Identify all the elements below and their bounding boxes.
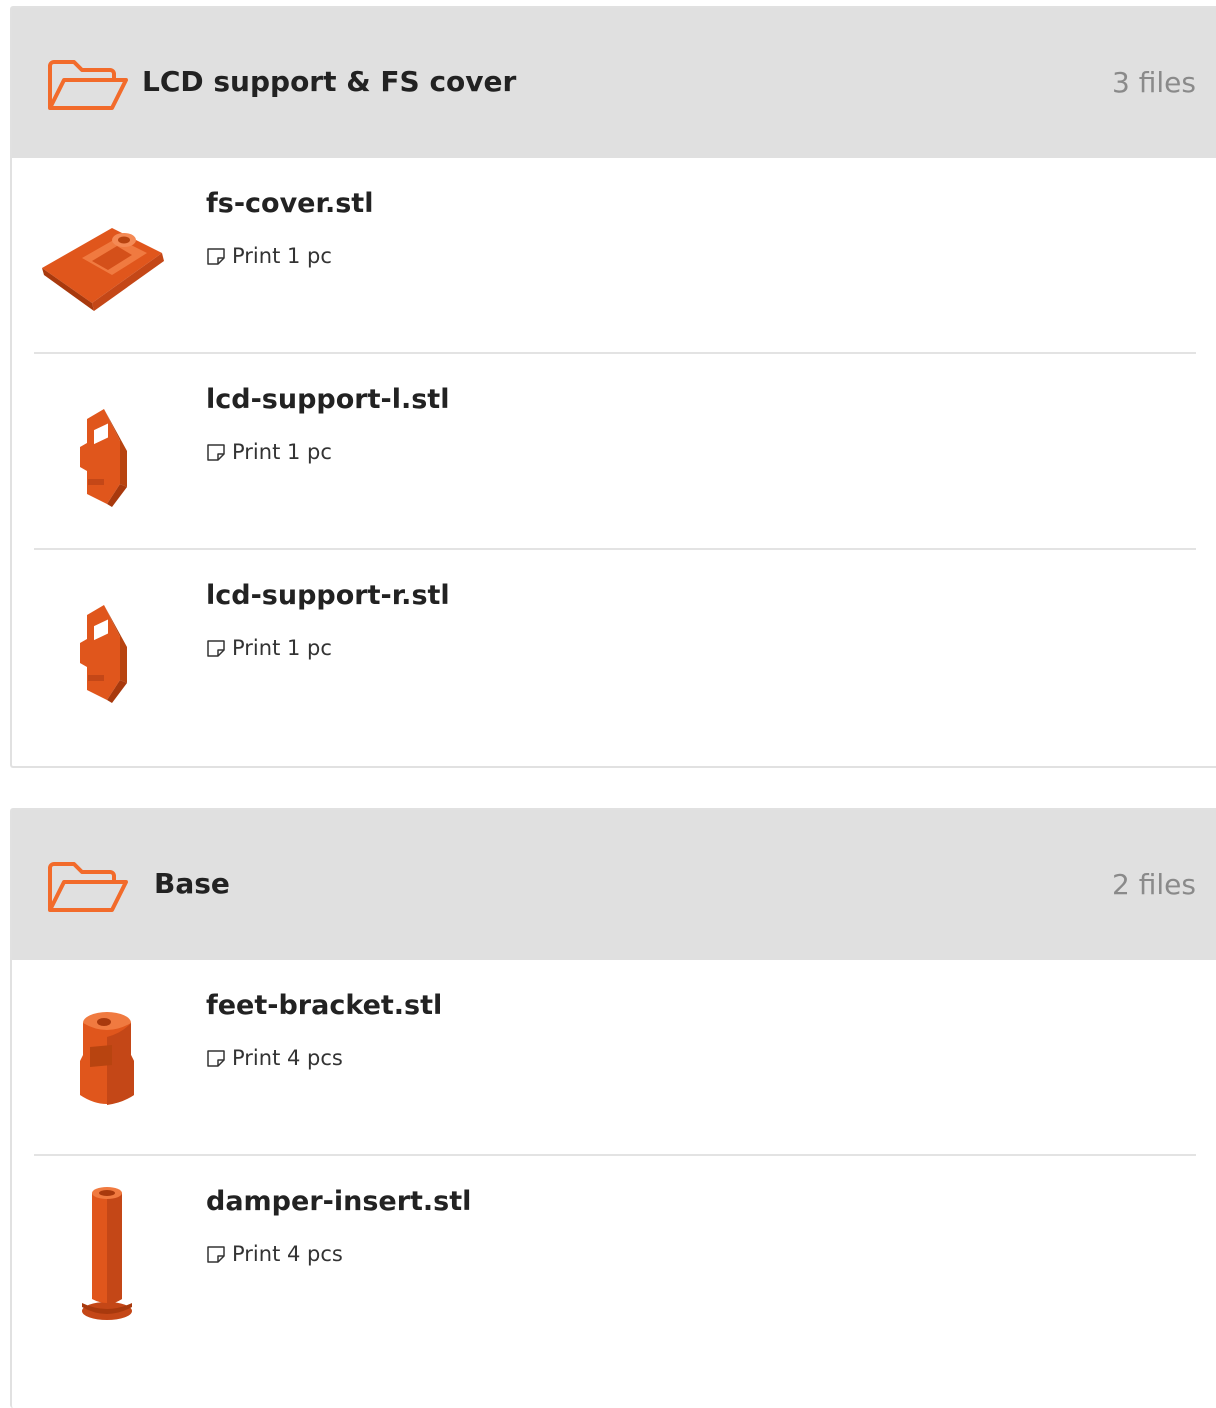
note-icon bbox=[207, 640, 225, 657]
file-group-base: Base 2 files feet-bracket.stl Print 4 pc… bbox=[10, 808, 1216, 1408]
note-icon bbox=[207, 248, 225, 265]
group-title: Base bbox=[154, 867, 230, 900]
file-group-lcd-support: LCD support & FS cover 3 files fs-cover.… bbox=[10, 6, 1216, 768]
print-quantity: Print 4 pcs bbox=[206, 1242, 343, 1266]
print-quantity: Print 1 pc bbox=[206, 440, 332, 464]
group-header[interactable]: LCD support & FS cover 3 files bbox=[12, 8, 1216, 158]
group-file-count: 3 files bbox=[1112, 66, 1196, 99]
file-item[interactable]: fs-cover.stl Print 1 pc bbox=[12, 158, 1216, 354]
file-item[interactable]: lcd-support-l.stl Print 1 pc bbox=[12, 354, 1216, 550]
lcd-support-r-thumbnail[interactable] bbox=[32, 575, 182, 725]
print-quantity: Print 1 pc bbox=[206, 244, 332, 268]
file-item[interactable]: feet-bracket.stl Print 4 pcs bbox=[12, 960, 1216, 1156]
print-quantity: Print 4 pcs bbox=[206, 1046, 343, 1070]
folder-open-icon bbox=[48, 862, 128, 912]
group-file-count: 2 files bbox=[1112, 868, 1196, 901]
file-name[interactable]: fs-cover.stl bbox=[206, 188, 373, 219]
print-quantity-label: Print 1 pc bbox=[232, 636, 332, 660]
file-name[interactable]: lcd-support-l.stl bbox=[206, 384, 449, 415]
print-quantity-label: Print 1 pc bbox=[232, 440, 332, 464]
folder-open-icon bbox=[48, 60, 128, 110]
note-icon bbox=[207, 444, 225, 461]
group-header[interactable]: Base 2 files bbox=[12, 810, 1216, 960]
note-icon bbox=[207, 1246, 225, 1263]
feet-bracket-thumbnail[interactable] bbox=[32, 985, 182, 1135]
print-quantity-label: Print 4 pcs bbox=[232, 1046, 343, 1070]
group-title: LCD support & FS cover bbox=[142, 65, 517, 98]
file-name[interactable]: lcd-support-r.stl bbox=[206, 580, 450, 611]
fs-cover-thumbnail[interactable] bbox=[32, 183, 182, 333]
file-name[interactable]: damper-insert.stl bbox=[206, 1186, 471, 1217]
note-icon bbox=[207, 1050, 225, 1067]
file-item[interactable]: lcd-support-r.stl Print 1 pc bbox=[12, 550, 1216, 746]
lcd-support-l-thumbnail[interactable] bbox=[32, 379, 182, 529]
damper-insert-thumbnail[interactable] bbox=[32, 1181, 182, 1331]
print-quantity-label: Print 1 pc bbox=[232, 244, 332, 268]
file-name[interactable]: feet-bracket.stl bbox=[206, 990, 442, 1021]
print-quantity: Print 1 pc bbox=[206, 636, 332, 660]
file-item[interactable]: damper-insert.stl Print 4 pcs bbox=[12, 1156, 1216, 1352]
print-quantity-label: Print 4 pcs bbox=[232, 1242, 343, 1266]
